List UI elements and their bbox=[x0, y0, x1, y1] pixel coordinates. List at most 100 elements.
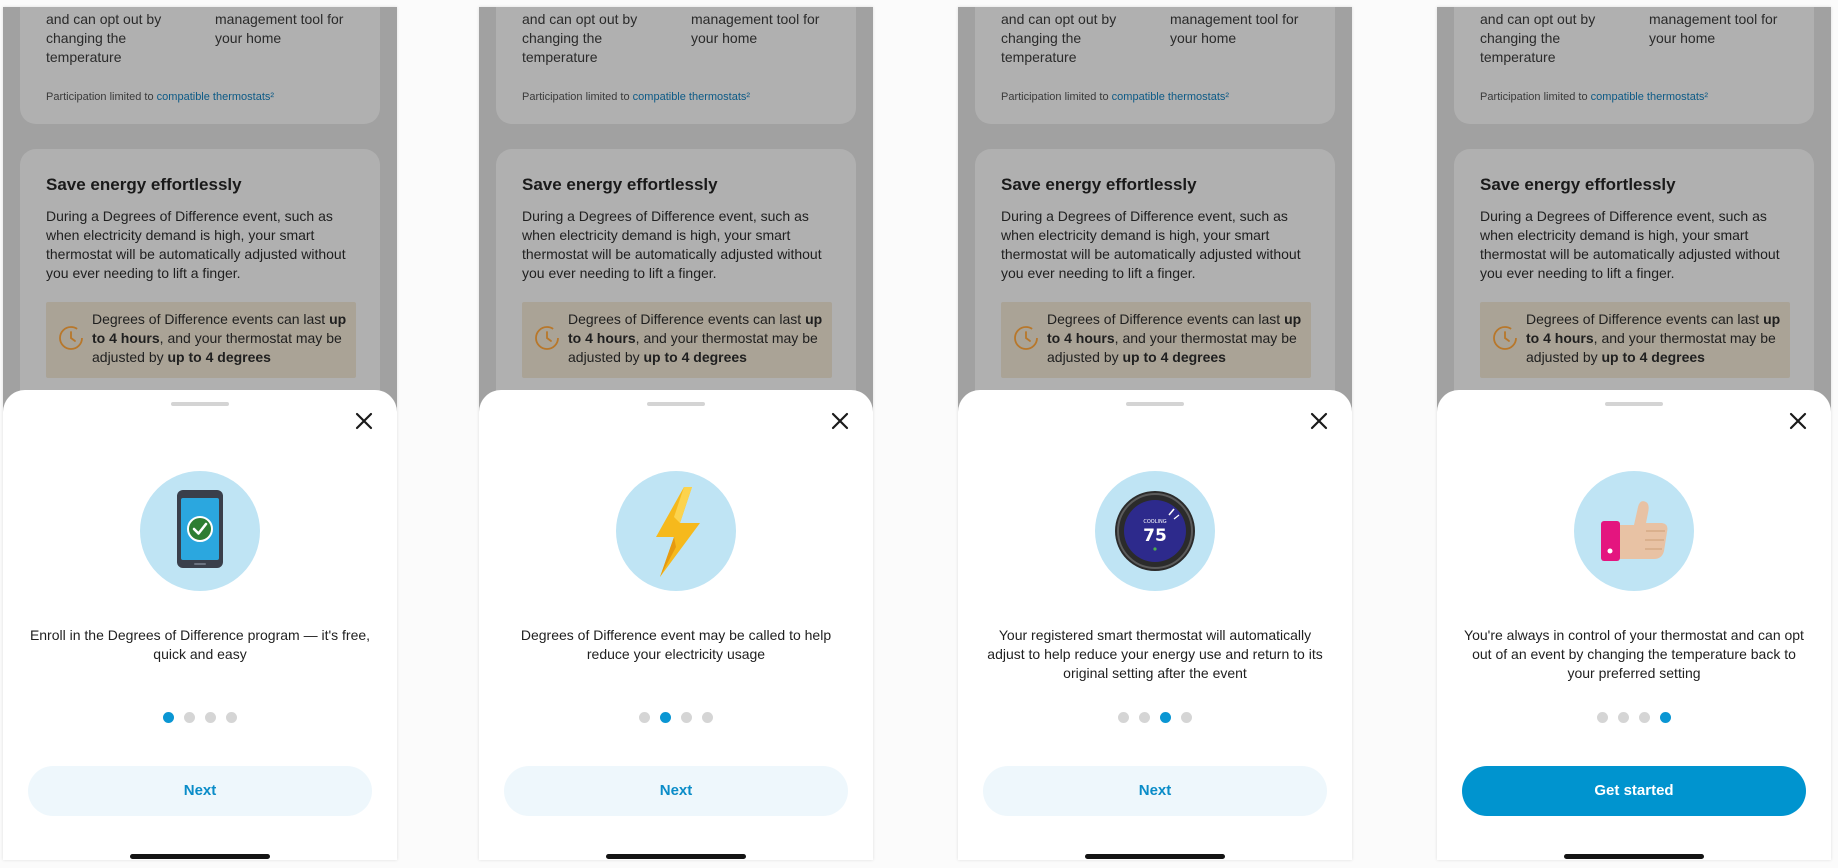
note-text: Degrees of Difference events can last up… bbox=[1047, 311, 1302, 365]
home-indicator[interactable] bbox=[130, 854, 270, 859]
save-energy-body: During a Degrees of Difference event, su… bbox=[1480, 208, 1780, 281]
card-text: temperature bbox=[1001, 49, 1077, 65]
page-dot[interactable] bbox=[184, 712, 195, 723]
page-dot[interactable] bbox=[1181, 712, 1192, 723]
note-text: Degrees of Difference events can last up… bbox=[1526, 311, 1781, 365]
card-text: management tool for bbox=[1649, 11, 1778, 27]
card-text: management tool for bbox=[691, 11, 820, 27]
page-dot[interactable] bbox=[1160, 712, 1171, 723]
card-text: temperature bbox=[522, 49, 598, 65]
illustration bbox=[616, 471, 736, 591]
page-indicator bbox=[958, 712, 1352, 723]
card-text: changing the bbox=[46, 30, 127, 46]
step-caption: Degrees of Difference event may be calle… bbox=[520, 627, 832, 662]
page-dot[interactable] bbox=[1618, 712, 1629, 723]
card-text: and can opt out by bbox=[1001, 11, 1117, 27]
card-text: and can opt out by bbox=[46, 11, 162, 27]
compatible-thermostats-link[interactable]: compatible thermostats² bbox=[157, 91, 274, 103]
card-text: management tool for bbox=[215, 11, 344, 27]
next-button[interactable]: Next bbox=[504, 766, 848, 816]
step-caption: Your registered smart thermostat will au… bbox=[987, 627, 1323, 681]
page-dot[interactable] bbox=[1660, 712, 1671, 723]
sheet-grabber[interactable] bbox=[1126, 402, 1184, 406]
illustration bbox=[1574, 471, 1694, 591]
compatible-thermostats-link[interactable]: compatible thermostats² bbox=[1112, 91, 1229, 103]
page-dot[interactable] bbox=[1639, 712, 1650, 723]
card-text: changing the bbox=[1480, 30, 1561, 46]
participation-note: Participation limited to compatible ther… bbox=[522, 91, 751, 103]
save-energy-title: Save energy effortlessly bbox=[1001, 175, 1197, 194]
page-dot[interactable] bbox=[1118, 712, 1129, 723]
card-text: changing the bbox=[1001, 30, 1082, 46]
next-button[interactable]: Next bbox=[28, 766, 372, 816]
bottom-sheet: Enroll in the Degrees of Difference prog… bbox=[3, 390, 397, 860]
compatible-thermostats-link[interactable]: compatible thermostats² bbox=[1591, 91, 1708, 103]
save-energy-body: During a Degrees of Difference event, su… bbox=[1001, 208, 1301, 281]
event-duration-note: Degrees of Difference events can last up… bbox=[46, 302, 356, 378]
card-text: management tool for bbox=[1170, 11, 1299, 27]
clock-icon bbox=[1493, 326, 1517, 350]
participation-note: Participation limited to compatible ther… bbox=[1001, 91, 1230, 103]
save-energy-title: Save energy effortlessly bbox=[46, 175, 242, 194]
home-indicator[interactable] bbox=[1085, 854, 1225, 859]
page-dot[interactable] bbox=[163, 712, 174, 723]
background-card-save-energy: Save energy effortlessly During a Degree… bbox=[975, 149, 1335, 411]
sheet-grabber[interactable] bbox=[647, 402, 705, 406]
page-dot[interactable] bbox=[702, 712, 713, 723]
page-dot[interactable] bbox=[660, 712, 671, 723]
onboarding-screen-4: and can opt out by changing the temperat… bbox=[1437, 7, 1831, 860]
step-caption: Enroll in the Degrees of Difference prog… bbox=[29, 627, 371, 662]
clock-icon bbox=[59, 326, 83, 350]
card-text: your home bbox=[215, 30, 282, 46]
illustration bbox=[140, 471, 260, 591]
card-text: and can opt out by bbox=[522, 11, 638, 27]
sheet-grabber[interactable] bbox=[1605, 402, 1663, 406]
onboarding-screen-2: and can opt out by changing the temperat… bbox=[479, 7, 873, 860]
page-dot[interactable] bbox=[681, 712, 692, 723]
bottom-sheet: You're always in control of your thermos… bbox=[1437, 390, 1831, 860]
step-caption: You're always in control of your thermos… bbox=[1464, 627, 1804, 681]
card-text: your home bbox=[1170, 30, 1237, 46]
clock-icon bbox=[1014, 326, 1038, 350]
event-duration-note: Degrees of Difference events can last up… bbox=[1480, 302, 1790, 378]
card-text: changing the bbox=[522, 30, 603, 46]
close-icon[interactable] bbox=[828, 409, 852, 433]
event-duration-note: Degrees of Difference events can last up… bbox=[1001, 302, 1311, 378]
page-dot[interactable] bbox=[1597, 712, 1608, 723]
card-text: temperature bbox=[1480, 49, 1556, 65]
phone-check-icon bbox=[177, 490, 223, 568]
close-icon[interactable] bbox=[1786, 409, 1810, 433]
onboarding-screen-1: and can opt out by changing the temperat… bbox=[3, 7, 397, 860]
thermostat-icon: COOLING 75 bbox=[1115, 491, 1195, 571]
event-duration-note: Degrees of Difference events can last up… bbox=[522, 302, 832, 378]
bottom-sheet: Degrees of Difference event may be calle… bbox=[479, 390, 873, 860]
note-text: Degrees of Difference events can last up… bbox=[92, 311, 347, 365]
thermostat-mode: COOLING bbox=[1143, 519, 1166, 525]
close-icon[interactable] bbox=[1307, 409, 1331, 433]
page-indicator bbox=[3, 712, 397, 723]
thumbs-up-icon bbox=[1601, 501, 1668, 561]
background-card-intro: and can opt out by changing the temperat… bbox=[975, 7, 1335, 124]
save-energy-title: Save energy effortlessly bbox=[522, 175, 718, 194]
background-card-save-energy: Save energy effortlessly During a Degree… bbox=[20, 149, 380, 411]
page-dot[interactable] bbox=[639, 712, 650, 723]
page-dot[interactable] bbox=[226, 712, 237, 723]
participation-note: Participation limited to compatible ther… bbox=[46, 91, 275, 103]
close-icon[interactable] bbox=[352, 409, 376, 433]
compatible-thermostats-link[interactable]: compatible thermostats² bbox=[633, 91, 750, 103]
page-dot[interactable] bbox=[1139, 712, 1150, 723]
next-button[interactable]: Next bbox=[983, 766, 1327, 816]
page-dot[interactable] bbox=[205, 712, 216, 723]
save-energy-body: During a Degrees of Difference event, su… bbox=[46, 208, 346, 281]
sheet-grabber[interactable] bbox=[171, 402, 229, 406]
background-card-intro: and can opt out by changing the temperat… bbox=[20, 7, 380, 124]
home-indicator[interactable] bbox=[606, 854, 746, 859]
participation-note: Participation limited to compatible ther… bbox=[1480, 91, 1709, 103]
card-text: and can opt out by bbox=[1480, 11, 1596, 27]
background-card-intro: and can opt out by changing the temperat… bbox=[496, 7, 856, 124]
clock-icon bbox=[535, 326, 559, 350]
illustration: COOLING 75 bbox=[1095, 471, 1215, 591]
home-indicator[interactable] bbox=[1564, 854, 1704, 859]
bottom-sheet: COOLING 75 Your registered smart thermos… bbox=[958, 390, 1352, 860]
get-started-button[interactable]: Get started bbox=[1462, 766, 1806, 816]
